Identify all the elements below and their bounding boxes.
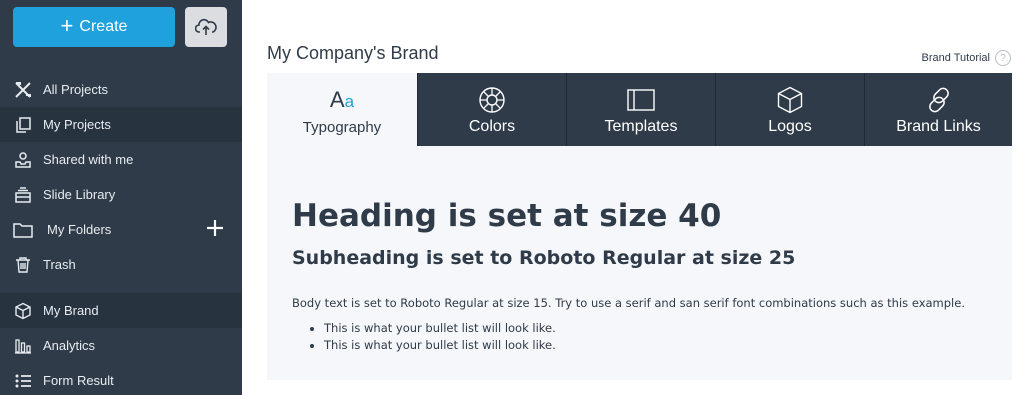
list-icon [13, 371, 33, 391]
sidebar-item-my-folders[interactable]: My Folders [0, 212, 242, 247]
bullet-list-sample: This is what your bullet list will look … [324, 321, 556, 355]
tab-colors[interactable]: Colors [417, 73, 566, 146]
body-text-sample: Body text is set to Roboto Regular at si… [292, 296, 965, 310]
create-button[interactable]: + Create [13, 7, 175, 47]
tab-label: Templates [604, 118, 678, 135]
copy-icon [13, 115, 33, 135]
sidebar: + Create All Projects My Projects Shared… [0, 0, 242, 395]
sidebar-item-label: My Brand [43, 303, 99, 318]
sidebar-item-label: Slide Library [43, 187, 116, 202]
sidebar-item-label: My Projects [43, 117, 111, 132]
upload-button[interactable] [185, 7, 227, 47]
sidebar-item-all-projects[interactable]: All Projects [0, 72, 242, 107]
brand-tabs: Aa Typography Colors Templates Logos Bra… [267, 73, 1012, 146]
plus-icon: + [60, 13, 74, 38]
sidebar-item-slide-library[interactable]: Slide Library [0, 177, 242, 212]
sidebar-item-label: Shared with me [43, 152, 134, 167]
sidebar-item-my-brand[interactable]: My Brand [0, 293, 242, 328]
trash-icon [13, 255, 33, 275]
typography-preview-panel: Heading is set at size 40 Subheading is … [267, 146, 1012, 380]
color-wheel-icon [478, 85, 506, 115]
sidebar-item-label: My Folders [47, 222, 112, 237]
tab-label: Brand Links [896, 118, 981, 135]
sidebar-item-label: Trash [43, 257, 76, 272]
list-item: This is what your bullet list will look … [324, 338, 556, 352]
sidebar-item-label: All Projects [43, 82, 109, 97]
sidebar-item-form-result[interactable]: Form Result [0, 363, 242, 395]
cloud-upload-icon [195, 18, 217, 35]
sidebar-item-analytics[interactable]: Analytics [0, 328, 242, 363]
page-title: My Company's Brand [267, 43, 439, 63]
tab-logos[interactable]: Logos [715, 73, 864, 146]
subheading-sample: Subheading is set to Roboto Regular at s… [292, 247, 796, 269]
heading-sample: Heading is set at size 40 [292, 198, 722, 234]
tab-brand-links[interactable]: Brand Links [864, 73, 1012, 146]
sidebar-item-trash[interactable]: Trash [0, 247, 242, 282]
tab-label: Colors [468, 118, 516, 135]
folder-icon [13, 220, 33, 240]
tab-typography[interactable]: Aa Typography [267, 73, 417, 146]
sidebar-item-shared-with-me[interactable]: Shared with me [0, 142, 242, 177]
shared-icon [13, 150, 33, 170]
tab-label: Typography [302, 119, 382, 136]
tools-icon [13, 80, 33, 100]
tab-templates[interactable]: Templates [566, 73, 715, 146]
sidebar-item-label: Form Result [43, 373, 114, 388]
cube-icon [13, 301, 33, 321]
sidebar-item-my-projects[interactable]: My Projects [0, 107, 242, 142]
template-icon [627, 85, 655, 115]
bar-chart-icon [13, 336, 33, 356]
list-item: This is what your bullet list will look … [324, 321, 556, 335]
library-icon [13, 185, 33, 205]
brand-tutorial-link[interactable]: Brand Tutorial ? [922, 50, 1011, 66]
help-icon: ? [995, 50, 1011, 66]
add-folder-button[interactable] [205, 218, 225, 238]
cube-icon [777, 85, 803, 115]
link-icon [925, 85, 953, 115]
create-button-label: Create [79, 18, 128, 35]
typography-icon: Aa [329, 87, 355, 112]
tab-label: Logos [768, 118, 812, 135]
brand-tutorial-label: Brand Tutorial [921, 52, 990, 64]
sidebar-item-label: Analytics [43, 338, 96, 353]
plus-icon [207, 220, 223, 236]
